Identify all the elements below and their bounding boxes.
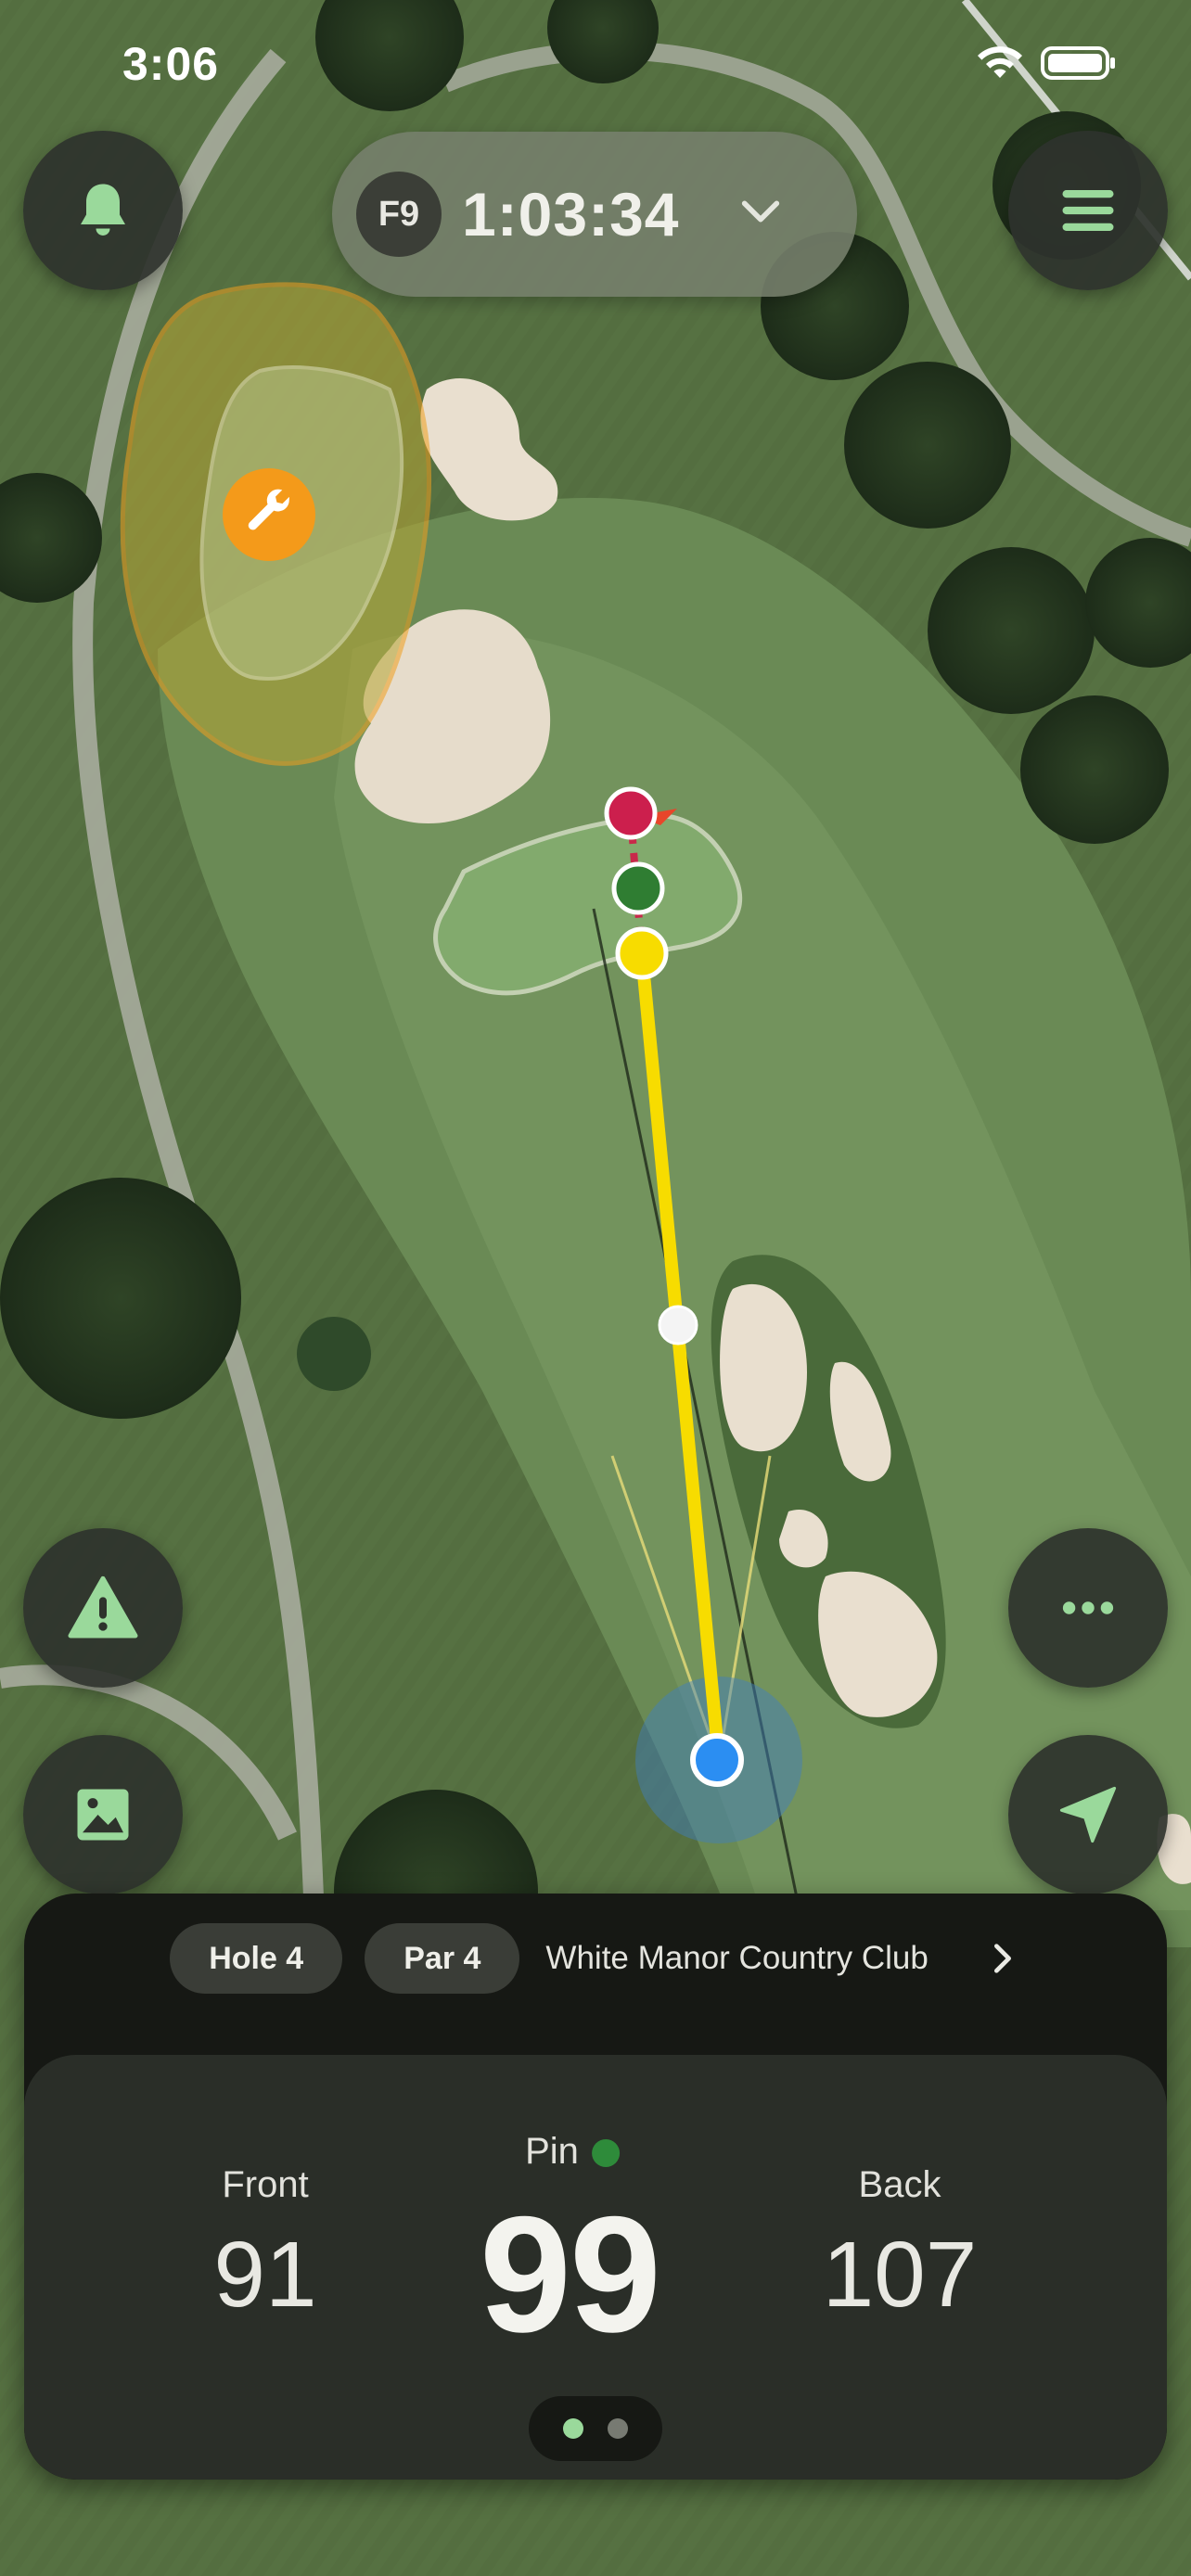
chevron-right-icon bbox=[993, 1944, 1011, 1973]
more-button[interactable] bbox=[1008, 1528, 1168, 1688]
locate-button[interactable] bbox=[1008, 1735, 1168, 1894]
front-label: Front bbox=[222, 2164, 309, 2205]
maintenance-marker[interactable] bbox=[223, 468, 315, 561]
nine-badge: F9 bbox=[356, 172, 442, 257]
location-arrow-icon bbox=[1059, 1786, 1117, 1843]
ellipsis-icon bbox=[1062, 1601, 1114, 1614]
hole-info-sheet[interactable]: Hole 4 Par 4 White Manor Country Club Fr… bbox=[24, 1894, 1167, 2480]
back-label: Back bbox=[858, 2164, 941, 2205]
elapsed-time: 1:03:34 bbox=[462, 180, 680, 249]
chevron-down-icon bbox=[741, 200, 780, 223]
page-dot[interactable] bbox=[608, 2418, 628, 2439]
battery-icon bbox=[1041, 46, 1115, 80]
wrench-icon bbox=[248, 489, 289, 530]
wifi-icon bbox=[978, 46, 1022, 78]
back-distance: 107 bbox=[822, 2223, 978, 2327]
menu-button[interactable] bbox=[1008, 131, 1168, 290]
warning-triangle-icon bbox=[68, 1575, 138, 1639]
page-dot-active[interactable] bbox=[563, 2418, 583, 2439]
hole-info-row[interactable]: Hole 4 Par 4 White Manor Country Club bbox=[24, 1923, 1167, 1994]
hole-chip[interactable]: Hole 4 bbox=[170, 1923, 343, 1994]
pin-label: Pin bbox=[525, 2131, 579, 2172]
image-icon bbox=[77, 1789, 129, 1841]
notifications-button[interactable] bbox=[23, 131, 183, 290]
pin-distance: 99 bbox=[480, 2182, 661, 2366]
page-indicator[interactable] bbox=[529, 2396, 662, 2461]
hamburger-menu-icon bbox=[1062, 190, 1114, 231]
pin-label-group: Pin bbox=[525, 2131, 620, 2173]
course-chevron-button[interactable] bbox=[984, 1940, 1021, 1977]
round-timer[interactable]: F9 1:03:34 bbox=[332, 132, 857, 297]
course-name[interactable]: White Manor Country Club bbox=[545, 1940, 928, 1977]
par-chip[interactable]: Par 4 bbox=[365, 1923, 520, 1994]
pin-status-dot bbox=[591, 2139, 620, 2168]
hazard-button[interactable] bbox=[23, 1528, 183, 1688]
status-time: 3:06 bbox=[122, 38, 220, 90]
front-distance: 91 bbox=[213, 2223, 317, 2327]
image-button[interactable] bbox=[23, 1735, 183, 1894]
bell-icon bbox=[81, 184, 125, 236]
status-icons bbox=[976, 45, 1117, 82]
